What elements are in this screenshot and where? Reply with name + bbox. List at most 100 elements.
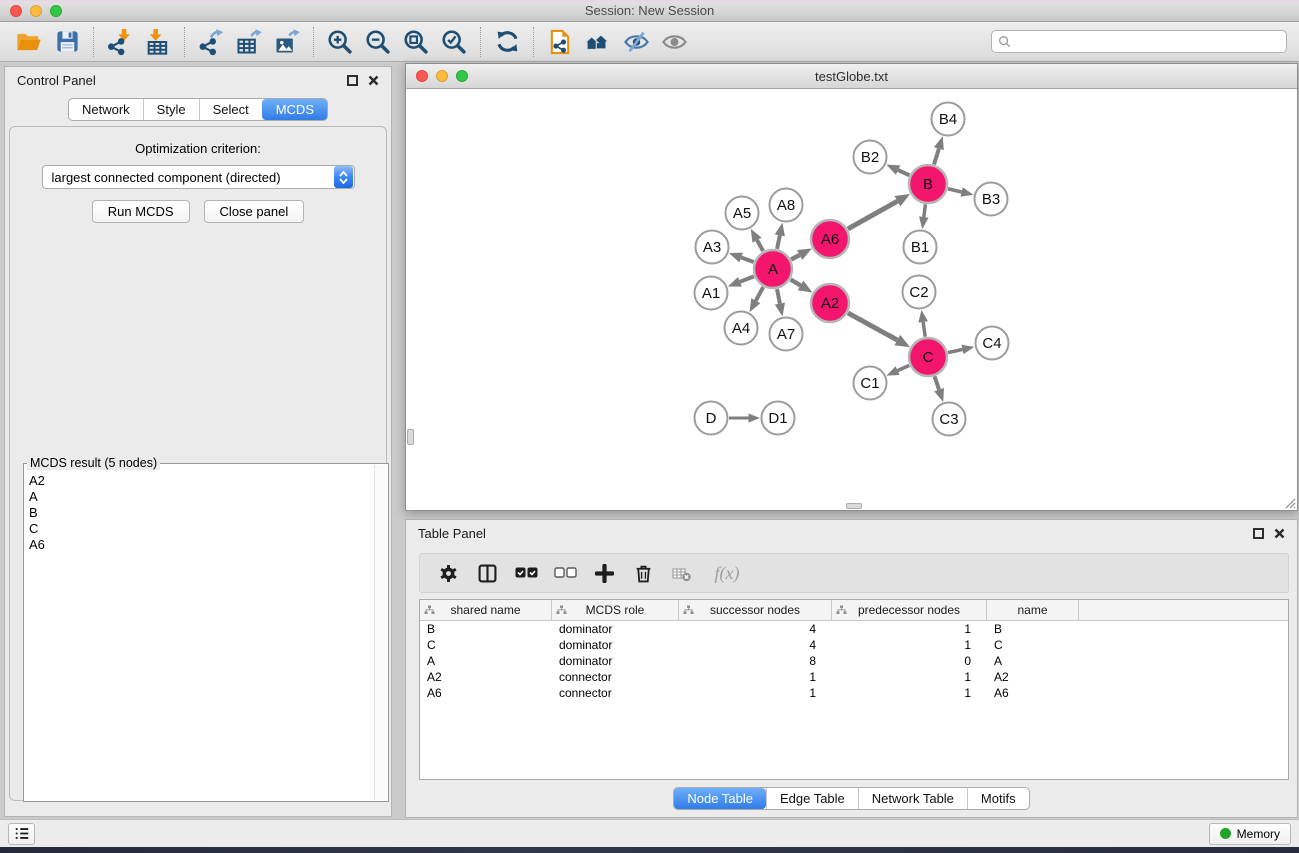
graph-edge-B-B4[interactable] (934, 136, 944, 164)
graph-edge-B-B3[interactable] (948, 187, 974, 196)
graph-edge-A-A6[interactable] (791, 249, 812, 260)
graph-node-B2[interactable]: B2 (854, 141, 887, 174)
minimize-window-button[interactable] (30, 5, 42, 17)
graph-node-A2[interactable]: A2 (811, 284, 849, 322)
column-header-shared-name[interactable]: shared name (420, 600, 552, 620)
graph-node-C3[interactable]: C3 (933, 403, 966, 436)
network-canvas[interactable]: B4 B2 B B3 A8 A5 A6 A3 B1 A C2 A1 A2 A4 A7 C4 C C1 C3 D D1 (406, 89, 1297, 510)
run-mcds-button[interactable]: Run MCDS (92, 200, 190, 223)
close-table-panel-button[interactable] (1274, 528, 1285, 539)
show-columns-button[interactable] (475, 561, 499, 585)
graph-node-B3[interactable]: B3 (975, 183, 1008, 216)
tab-motifs[interactable]: Motifs (967, 788, 1029, 809)
column-header-predecessor-nodes[interactable]: predecessor nodes (832, 600, 987, 620)
column-header-successor-nodes[interactable]: successor nodes (679, 600, 832, 620)
graph-edge-B-B1[interactable] (919, 204, 929, 229)
column-header-MCDS-role[interactable]: MCDS role (552, 600, 679, 620)
graph-node-A6[interactable]: A6 (811, 220, 849, 258)
graph-edge-A-A4[interactable] (750, 287, 764, 312)
close-network-window-button[interactable] (416, 70, 428, 82)
float-panel-button[interactable] (347, 75, 358, 86)
table-row-A[interactable]: Adominator80A (420, 653, 1288, 669)
graph-edge-A-A7[interactable] (775, 289, 785, 316)
hide-selected-button[interactable] (617, 25, 655, 59)
graph-node-C4[interactable]: C4 (976, 327, 1009, 360)
tab-select[interactable]: Select (199, 99, 262, 120)
result-list-scrollbar[interactable] (374, 465, 387, 800)
graph-node-A[interactable]: A (754, 250, 792, 288)
graph-node-D[interactable]: D (695, 402, 728, 435)
table-row-A2[interactable]: A2connector11A2 (420, 669, 1288, 685)
close-panel-button[interactable]: Close panel (204, 200, 305, 223)
graph-node-D1[interactable]: D1 (762, 402, 795, 435)
graph-edge-C-C1[interactable] (886, 365, 909, 375)
graph-edge-D-D1[interactable] (729, 414, 760, 423)
graph-edge-A6-B[interactable] (848, 194, 910, 229)
graph-edge-A-A5[interactable] (751, 229, 763, 251)
graph-node-A5[interactable]: A5 (726, 197, 759, 230)
mcds-result-item[interactable]: C (25, 521, 373, 537)
mcds-result-item[interactable]: A (25, 489, 373, 505)
tab-network[interactable]: Network (69, 99, 143, 120)
export-image-button[interactable] (268, 25, 306, 59)
graph-node-B4[interactable]: B4 (932, 103, 965, 136)
table-row-C[interactable]: Cdominator41C (420, 637, 1288, 653)
graph-node-C2[interactable]: C2 (903, 276, 936, 309)
graph-edge-C-C2[interactable] (918, 310, 928, 337)
tab-style[interactable]: Style (143, 99, 199, 120)
zoom-window-button[interactable] (50, 5, 62, 17)
show-all-button[interactable] (655, 25, 693, 59)
graph-edge-C-C3[interactable] (934, 376, 944, 402)
graph-node-C[interactable]: C (909, 338, 947, 376)
graph-node-B1[interactable]: B1 (904, 231, 937, 264)
mcds-result-item[interactable]: A2 (25, 473, 373, 489)
zoom-network-window-button[interactable] (456, 70, 468, 82)
graph-edge-A-A8[interactable] (775, 223, 785, 249)
select-all-button[interactable] (514, 561, 538, 585)
mcds-result-item[interactable]: B (25, 505, 373, 521)
zoom-out-button[interactable] (359, 25, 397, 59)
graph-node-A8[interactable]: A8 (770, 189, 803, 222)
deselect-all-button[interactable] (553, 561, 577, 585)
vertical-scroll-thumb[interactable] (407, 429, 414, 445)
graph-node-A3[interactable]: A3 (696, 231, 729, 264)
graph-edge-A2-C[interactable] (848, 313, 910, 347)
graph-edge-A-A3[interactable] (729, 253, 754, 263)
search-input[interactable] (1015, 35, 1280, 49)
zoom-in-button[interactable] (321, 25, 359, 59)
tab-network-table[interactable]: Network Table (858, 788, 967, 809)
close-window-button[interactable] (10, 5, 22, 17)
horizontal-scroll-thumb[interactable] (846, 503, 862, 509)
zoom-fit-button[interactable] (397, 25, 435, 59)
graph-node-A4[interactable]: A4 (725, 312, 758, 345)
refresh-view-button[interactable] (488, 25, 526, 59)
table-row-A6[interactable]: A6connector11A6 (420, 685, 1288, 701)
resize-grip[interactable] (1282, 495, 1296, 509)
graph-edge-C-C4[interactable] (948, 345, 974, 354)
minimize-network-window-button[interactable] (436, 70, 448, 82)
open-session-button[interactable] (10, 25, 48, 59)
export-table-button[interactable] (230, 25, 268, 59)
graph-edge-A-A1[interactable] (728, 276, 754, 286)
table-settings-button[interactable] (436, 561, 460, 585)
network-from-file-button[interactable] (541, 25, 579, 59)
graph-node-A7[interactable]: A7 (770, 318, 803, 351)
home-view-button[interactable] (579, 25, 617, 59)
graph-edge-A-A2[interactable] (791, 280, 813, 293)
graph-edge-B-B2[interactable] (886, 165, 909, 176)
task-history-button[interactable] (8, 823, 35, 845)
zoom-selected-button[interactable] (435, 25, 473, 59)
close-panel-icon-button[interactable] (368, 75, 379, 86)
table-row-B[interactable]: Bdominator41B (420, 621, 1288, 637)
optimization-criterion-select[interactable]: largest connected component (directed) (42, 165, 355, 189)
graph-node-B[interactable]: B (909, 165, 947, 203)
graph-node-A1[interactable]: A1 (695, 277, 728, 310)
export-network-button[interactable] (192, 25, 230, 59)
import-table-button[interactable] (139, 25, 177, 59)
tab-mcds[interactable]: MCDS (262, 99, 327, 120)
add-row-button[interactable] (592, 561, 616, 585)
import-network-button[interactable] (101, 25, 139, 59)
graph-node-C1[interactable]: C1 (854, 367, 887, 400)
save-session-button[interactable] (48, 25, 86, 59)
mcds-result-item[interactable]: A6 (25, 537, 373, 553)
